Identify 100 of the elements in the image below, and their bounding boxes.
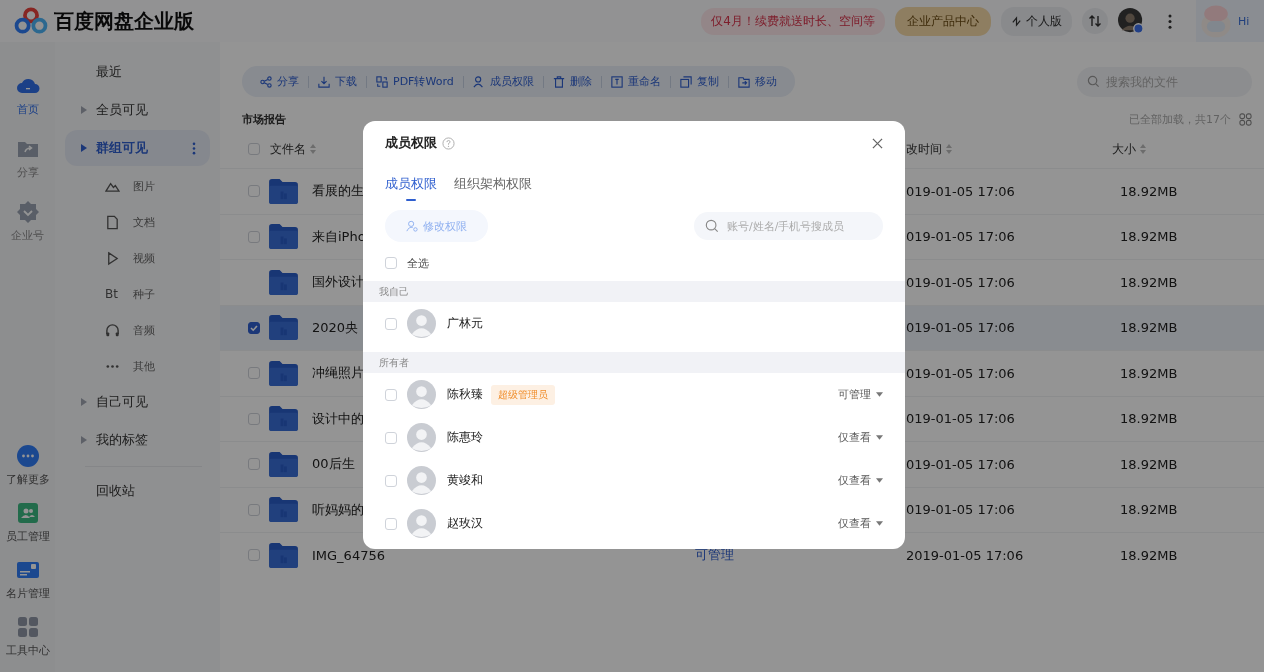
nav-item[interactable]: 自己可见 (65, 384, 210, 420)
member-name: 陈秋臻 (447, 386, 483, 403)
section-header: 我自己 (363, 281, 905, 302)
action-icon (679, 75, 692, 88)
role-dropdown[interactable]: 仅查看 (838, 430, 883, 445)
logo-icon (14, 7, 48, 35)
file-size: 18.92MB (1120, 411, 1178, 427)
section-header: 所有者 (363, 352, 905, 373)
action-icon (472, 75, 485, 88)
modified-time: 019-01-05 17:06 (906, 229, 1016, 245)
rail-item[interactable]: 首页 (15, 74, 40, 117)
rail-tool[interactable]: 员工管理 (5, 501, 50, 544)
folder-icon (269, 542, 298, 568)
role-dropdown[interactable]: 仅查看 (838, 516, 883, 531)
nav-subitem[interactable]: Bt 种子 (65, 276, 210, 312)
caret-icon (876, 435, 883, 440)
product-center-button[interactable]: 企业产品中心 (895, 6, 991, 36)
personal-edition-button[interactable]: 个人版 (1001, 6, 1072, 36)
member-search-field[interactable]: 账号/姓名/手机号搜成员 (694, 212, 883, 240)
sort-icon[interactable] (1140, 144, 1146, 154)
transfer-button[interactable] (1082, 8, 1108, 34)
modified-time: 019-01-05 17:06 (906, 411, 1016, 427)
file-size: 18.92MB (1120, 320, 1178, 336)
grid-view-icon[interactable] (1239, 112, 1252, 126)
nav-item[interactable]: 回收站 (65, 473, 210, 509)
user-icon (406, 220, 418, 232)
hi-label[interactable]: Hi (1238, 14, 1250, 28)
nav-item[interactable]: 我的标签 (65, 422, 210, 458)
toolbar-button[interactable]: 分享 (260, 74, 299, 89)
switch-icon (1011, 15, 1022, 27)
rail-tool[interactable]: 了解更多 (5, 444, 50, 487)
sort-icon[interactable] (310, 144, 316, 154)
document-icon (105, 214, 120, 230)
file-size: 18.92MB (1120, 547, 1178, 563)
app-title: 百度网盘企业版 (54, 7, 194, 35)
folder-icon (269, 315, 298, 341)
dialog-tab[interactable]: 成员权限 (385, 175, 437, 201)
column-header[interactable]: 改时间 (906, 140, 942, 158)
caret-icon (81, 398, 87, 406)
member-name: 黄竣和 (447, 472, 483, 489)
toolbar-button[interactable]: 下载 (318, 74, 357, 89)
nav-subitem[interactable]: 音频 (65, 312, 210, 348)
close-icon[interactable] (872, 137, 883, 149)
help-icon[interactable] (442, 136, 455, 150)
action-icon (610, 75, 623, 88)
more-icon[interactable] (192, 141, 196, 155)
toolbar-button[interactable]: PDF转Word (376, 74, 454, 89)
toolbar-button[interactable]: 成员权限 (472, 74, 534, 89)
nav-item[interactable]: 最近 (65, 54, 210, 90)
search-icon (705, 219, 719, 233)
member-name: 赵玫汉 (447, 515, 483, 532)
file-size: 18.92MB (1120, 502, 1178, 518)
rail-tool[interactable]: 工具中心 (5, 615, 50, 658)
grid-icon (15, 615, 40, 639)
play-icon (105, 250, 120, 266)
folder-icon (269, 451, 298, 477)
nav-subitem[interactable]: 文档 (65, 204, 210, 240)
more-icon[interactable] (1168, 13, 1172, 29)
modified-time: 019-01-05 17:06 (906, 365, 1016, 381)
toolbar-button[interactable]: 复制 (679, 74, 719, 89)
caret-icon (876, 521, 883, 526)
role-dropdown[interactable]: 仅查看 (838, 473, 883, 488)
caret-icon (81, 144, 87, 152)
caret-icon (876, 478, 883, 483)
modified-time: 019-01-05 17:06 (906, 502, 1016, 518)
caret-icon (81, 436, 87, 444)
checkbox[interactable] (248, 321, 260, 334)
modified-time: 019-01-05 17:06 (906, 456, 1016, 472)
rail-item[interactable]: 分享 (15, 137, 40, 180)
action-icon (260, 75, 272, 88)
avatar (407, 380, 436, 409)
toolbar-button[interactable]: 移动 (737, 74, 777, 89)
member-name: 陈惠玲 (447, 429, 483, 446)
file-size: 18.92MB (1120, 183, 1178, 199)
search-icon (1087, 75, 1100, 88)
file-name[interactable]: IMG_64756 (312, 547, 464, 563)
folder-icon (269, 269, 298, 295)
folder-icon (269, 224, 298, 250)
permission-link[interactable]: 可管理 (695, 547, 734, 563)
promo-link[interactable]: 仅4月！续费就送时长、空间等 (701, 7, 885, 35)
select-all-label[interactable]: 全选 (407, 255, 429, 271)
dialog-tab[interactable]: 组织架构权限 (454, 175, 532, 201)
toolbar-button[interactable]: 重命名 (610, 74, 661, 89)
avatar (407, 309, 436, 338)
nav-subitem[interactable]: 视频 (65, 240, 210, 276)
nav-subitem[interactable]: 其他 (65, 348, 210, 384)
avatar (407, 509, 436, 538)
rail-tool[interactable]: 名片管理 (5, 558, 50, 601)
nav-subitem[interactable]: 图片 (65, 168, 210, 204)
caret-icon (81, 106, 87, 114)
sort-icon[interactable] (946, 144, 952, 154)
role-dropdown[interactable]: 可管理 (838, 387, 883, 402)
column-header[interactable]: 大小 (1112, 140, 1136, 158)
nav-item[interactable]: 群组可见 (65, 130, 210, 166)
column-header[interactable]: 文件名 (270, 140, 306, 158)
breadcrumb: 市场报告 (242, 111, 286, 127)
user-avatar[interactable] (1118, 8, 1144, 34)
toolbar-button[interactable]: 删除 (552, 74, 592, 89)
gear-badge-icon (15, 200, 40, 224)
nav-item[interactable]: 全员可见 (65, 92, 210, 128)
